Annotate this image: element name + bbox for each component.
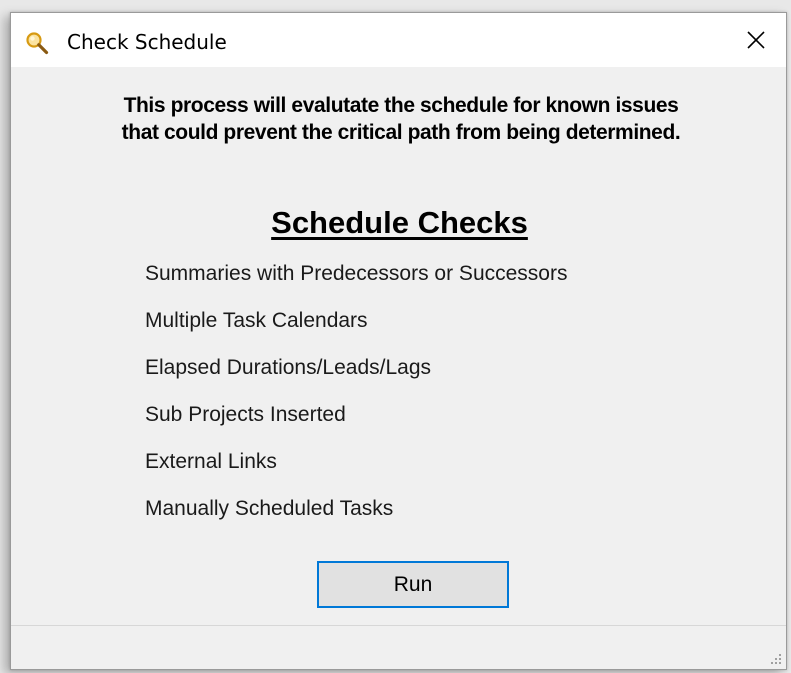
title-bar[interactable]: Check Schedule <box>11 13 786 67</box>
close-button[interactable] <box>726 13 786 67</box>
check-item-sub-projects: Sub Projects Inserted <box>145 403 346 426</box>
close-icon <box>747 31 765 49</box>
check-schedule-dialog: Check Schedule This process will evaluta… <box>10 12 787 670</box>
check-item-elapsed-durations: Elapsed Durations/Leads/Lags <box>145 356 432 379</box>
schedule-checks-list: Summaries with Predecessors or Successor… <box>145 261 567 543</box>
check-item-manual-tasks: Manually Scheduled Tasks <box>145 497 394 520</box>
intro-line-2: that could prevent the critical path fro… <box>121 121 681 144</box>
schedule-checks-heading: Schedule Checks <box>271 205 528 240</box>
resize-grip-icon[interactable] <box>767 650 783 666</box>
check-item-summaries: Summaries with Predecessors or Successor… <box>145 262 568 285</box>
run-button[interactable]: Run <box>317 561 509 608</box>
check-item-task-calendars: Multiple Task Calendars <box>145 309 368 332</box>
magnifier-icon <box>26 32 49 55</box>
window-title: Check Schedule <box>67 30 227 54</box>
intro-line-1: This process will evalutate the schedule… <box>123 94 679 117</box>
status-strip <box>11 625 786 669</box>
intro-text: This process will evalutate the schedule… <box>29 92 773 146</box>
check-item-external-links: External Links <box>145 450 277 473</box>
